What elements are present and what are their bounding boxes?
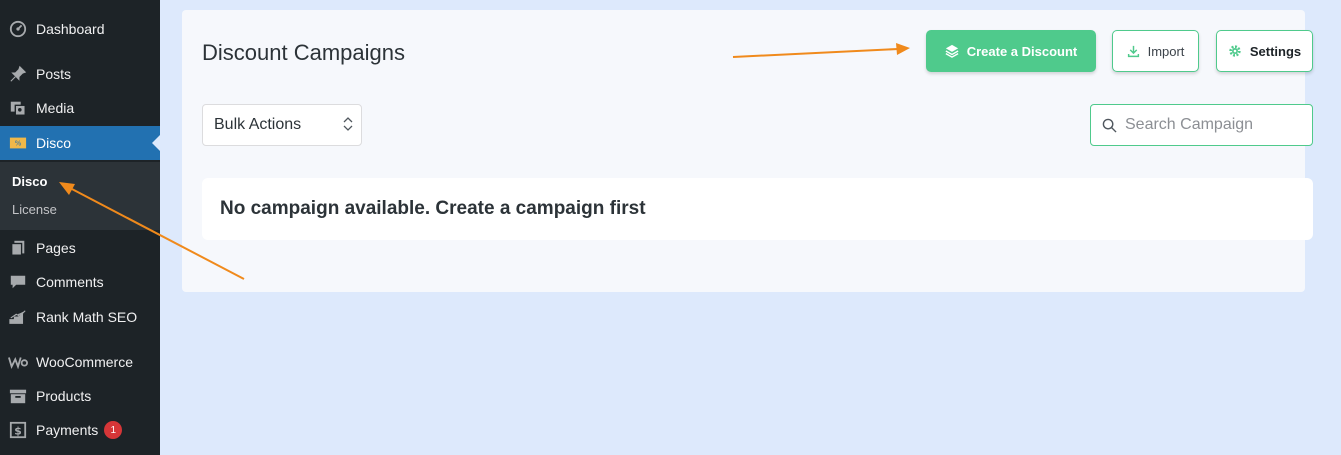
import-label: Import [1147,43,1185,59]
layers-icon [945,44,959,58]
search-icon [1102,118,1117,133]
sidebar-item-posts[interactable]: Posts [0,57,160,91]
chart-icon [8,307,28,327]
settings-button[interactable]: Settings [1216,30,1313,72]
admin-sidebar: Dashboard Posts Media % Disco Disco Lice… [0,0,160,455]
sidebar-item-payments[interactable]: $ Payments 1 [0,413,160,447]
svg-text:$: $ [14,425,22,438]
create-discount-label: Create a Discount [966,43,1078,59]
sidebar-item-pages[interactable]: Pages [0,231,160,265]
empty-state-card: No campaign available. Create a campaign… [202,178,1313,240]
sidebar-item-label: Media [36,100,75,116]
gear-icon [1228,44,1242,58]
sidebar-item-label: Disco [36,135,72,151]
pages-icon [8,238,28,258]
search-campaign-input[interactable] [1123,115,1307,135]
sidebar-item-media[interactable]: Media [0,91,160,125]
submenu-item-license[interactable]: License [12,202,57,217]
import-button[interactable]: Import [1112,30,1199,72]
sidebar-item-dashboard[interactable]: Dashboard [0,12,160,46]
ticket-icon: % [8,133,28,153]
select-arrows-icon [343,116,353,137]
download-icon [1127,45,1140,58]
dollar-icon: $ [8,420,28,440]
media-icon [8,98,28,118]
submenu-item-disco[interactable]: Disco [12,174,47,189]
comment-icon [8,272,28,292]
svg-text:%: % [15,139,22,148]
sidebar-item-label: Payments [36,422,99,438]
sidebar-item-rank-math-seo[interactable]: Rank Math SEO [0,300,160,334]
sidebar-item-products[interactable]: Products [0,379,160,413]
sidebar-item-label: Comments [36,274,104,290]
disco-submenu: Disco License [0,162,160,230]
campaigns-panel: Discount Campaigns Create a Discount Imp… [182,10,1313,292]
page-title: Discount Campaigns [202,40,405,65]
bulk-actions-select[interactable]: Bulk Actions [202,104,362,146]
sidebar-item-label: Posts [36,66,72,82]
sidebar-item-woocommerce[interactable]: WooCommerce [0,345,160,379]
sidebar-item-label: Products [36,388,92,404]
bulk-actions-value: Bulk Actions [214,116,302,133]
archive-icon [8,386,28,406]
search-campaign-box [1090,104,1313,146]
sidebar-item-label: Rank Math SEO [36,309,138,325]
sidebar-item-label: Pages [36,240,76,256]
create-discount-button[interactable]: Create a Discount [926,30,1096,72]
sidebar-item-label: WooCommerce [36,354,133,370]
dashboard-icon [8,19,28,39]
notification-badge: 1 [104,421,123,439]
sidebar-item-label: Dashboard [36,21,105,37]
settings-label: Settings [1249,43,1302,59]
empty-state-message: No campaign available. Create a campaign… [220,198,646,219]
woo-icon [8,352,28,372]
sidebar-item-disco[interactable]: % Disco [0,126,160,160]
pin-icon [8,64,28,84]
sidebar-item-comments[interactable]: Comments [0,265,160,299]
